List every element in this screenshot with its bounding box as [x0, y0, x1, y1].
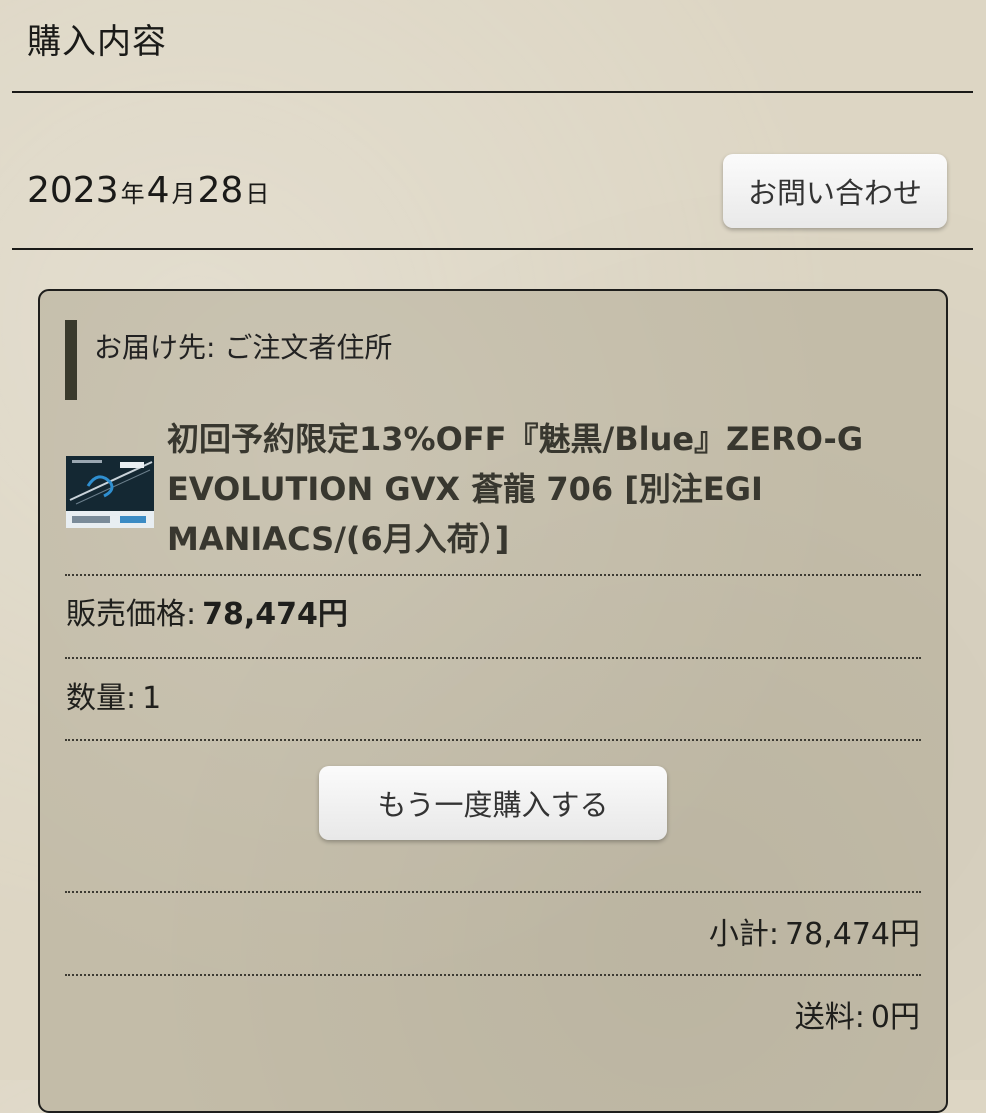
price-row: 販売価格: 78,474円: [66, 595, 348, 635]
order-date-year-unit: 年: [120, 180, 145, 208]
subtotal-label: 小計:: [708, 917, 780, 952]
price-label: 販売価格:: [66, 597, 197, 632]
order-date-day-unit: 日: [245, 180, 270, 208]
delivery-address-label: お届け先: ご注文者住所: [94, 331, 393, 364]
order-date: 2023 年 4 月 28 日: [27, 166, 271, 216]
shipping-row: 送料: 0円: [795, 998, 920, 1038]
shipping-value: 0円: [870, 1000, 920, 1035]
order-item-card: お届け先: ご注文者住所 初回予約限定13%OFF『魅黒/Blue』ZERO-G…: [38, 289, 948, 1113]
buy-again-button[interactable]: もう一度購入する: [319, 766, 667, 840]
quantity-row: 数量: 1: [66, 679, 161, 719]
page-title: 購入内容: [27, 22, 167, 62]
heading-accent-bar: [65, 320, 77, 400]
quantity-label: 数量:: [66, 681, 137, 716]
subtotal-row: 小計: 78,474円: [709, 915, 920, 955]
order-date-month: 4: [146, 170, 170, 211]
delivery-heading: お届け先: ご注文者住所: [65, 319, 392, 401]
product-name-link[interactable]: 初回予約限定13%OFF『魅黒/Blue』ZERO-G EVOLUTION GV…: [167, 414, 907, 564]
dotted-divider: [65, 974, 921, 976]
price-value: 78,474円: [202, 597, 348, 632]
thumbnail-label-strip: [66, 511, 154, 528]
header-divider: [12, 91, 973, 93]
product-thumbnail[interactable]: [66, 456, 154, 528]
shipping-label: 送料:: [794, 1000, 865, 1035]
order-date-month-unit: 月: [171, 180, 196, 208]
dotted-divider: [65, 574, 921, 576]
quantity-value: 1: [142, 681, 162, 716]
dotted-divider: [65, 739, 921, 741]
dotted-divider: [65, 891, 921, 893]
dotted-divider: [65, 657, 921, 659]
contact-button[interactable]: お問い合わせ: [723, 154, 947, 228]
subtotal-value: 78,474円: [785, 917, 920, 952]
order-date-day: 28: [197, 170, 244, 211]
date-divider: [12, 248, 973, 250]
fishing-rod-image-icon: [66, 456, 154, 511]
order-date-year: 2023: [27, 170, 119, 211]
